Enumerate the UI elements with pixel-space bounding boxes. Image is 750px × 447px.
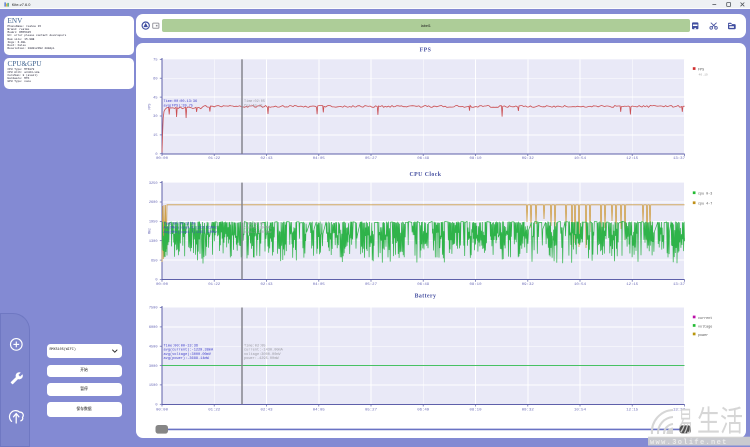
svg-text:fps:40.21: fps:40.21 xyxy=(244,103,263,108)
svg-text:1300: 1300 xyxy=(149,240,158,244)
svg-text:30: 30 xyxy=(153,115,157,119)
svg-text:04:05: 04:05 xyxy=(313,157,326,161)
svg-text:MHz: MHz xyxy=(149,228,153,234)
svg-text:01:22: 01:22 xyxy=(208,157,221,161)
svg-text:CPU Clock: CPU Clock xyxy=(410,172,442,178)
svg-text:08:10: 08:10 xyxy=(469,157,482,161)
svg-text:13:37: 13:37 xyxy=(673,283,686,287)
svg-text:04:05: 04:05 xyxy=(313,283,326,287)
svg-text:Time:02:05: Time:02:05 xyxy=(244,343,266,348)
svg-text:1500: 1500 xyxy=(149,384,158,388)
svg-text:6000: 6000 xyxy=(149,326,158,330)
svg-text:12:15: 12:15 xyxy=(626,283,639,287)
svg-text:2600: 2600 xyxy=(149,201,158,205)
svg-text:avg(FPS):39.75: avg(FPS):39.75 xyxy=(164,103,193,108)
svg-text:FPS: FPS xyxy=(149,104,153,110)
svg-text:cpu 4-7: cpu 4-7 xyxy=(698,203,712,207)
svg-text:生活: 生活 xyxy=(697,405,743,438)
svg-text:15: 15 xyxy=(153,134,157,138)
svg-text:10:54: 10:54 xyxy=(574,283,587,287)
svg-text:易: 易 xyxy=(679,406,693,437)
svg-text:75: 75 xyxy=(153,59,157,63)
svg-text:Time:00:00-13:36: Time:00:00-13:36 xyxy=(164,99,198,104)
svg-text:avg(power):-3688.14mW: avg(power):-3688.14mW xyxy=(164,356,210,361)
svg-text:01:22: 01:22 xyxy=(208,408,221,412)
svg-text:FPS: FPS xyxy=(420,47,432,53)
svg-text:Avg(MHz)(cpu4-7):2457.31MHz: Avg(MHz)(cpu4-7):2457.31MHz xyxy=(164,230,217,234)
svg-text:voltage:3000.00mV: voltage:3000.00mV xyxy=(244,352,282,357)
svg-text:Time:00:00-13:36: Time:00:00-13:36 xyxy=(164,343,199,348)
svg-text:02:43: 02:43 xyxy=(260,283,273,287)
svg-text:avg(voltage):3000.00mV: avg(voltage):3000.00mV xyxy=(164,352,212,357)
svg-text:avg(current):-1229.38mA: avg(current):-1229.38mA xyxy=(164,348,214,353)
svg-text:45: 45 xyxy=(153,96,157,100)
svg-text:06:49: 06:49 xyxy=(417,283,430,287)
svg-text:3000: 3000 xyxy=(149,365,158,369)
svg-text:power: power xyxy=(698,333,708,338)
svg-text:13:37: 13:37 xyxy=(673,157,686,161)
svg-text:02:43: 02:43 xyxy=(260,408,273,412)
svg-text:current: current xyxy=(698,316,712,321)
svg-text:0: 0 xyxy=(155,404,157,408)
svg-text:12:15: 12:15 xyxy=(626,157,639,161)
svg-text:650: 650 xyxy=(151,259,157,263)
svg-text:cpu4-7:2507MHz: cpu4-7:2507MHz xyxy=(244,230,272,234)
svg-text:3250: 3250 xyxy=(149,182,158,186)
svg-text:09:32: 09:32 xyxy=(522,157,535,161)
svg-text:voltage: voltage xyxy=(698,324,712,329)
svg-text:04:05: 04:05 xyxy=(313,408,326,412)
svg-text:cpu 0-3: cpu 0-3 xyxy=(698,193,712,197)
svg-text:05:27: 05:27 xyxy=(365,283,378,287)
svg-text:current:-1430.00mA: current:-1430.00mA xyxy=(244,348,284,353)
svg-text:4500: 4500 xyxy=(149,345,158,349)
svg-text:Time:02:05: Time:02:05 xyxy=(244,99,265,104)
svg-text:7500: 7500 xyxy=(149,307,158,311)
svg-text:40.19: 40.19 xyxy=(699,72,708,76)
svg-text:09:32: 09:32 xyxy=(522,283,535,287)
svg-text:09:32: 09:32 xyxy=(522,408,535,412)
svg-text:60: 60 xyxy=(153,77,157,81)
svg-text:08:10: 08:10 xyxy=(469,283,482,287)
svg-text:Battery: Battery xyxy=(415,294,437,300)
svg-text:06:49: 06:49 xyxy=(417,157,430,161)
svg-text:08:10: 08:10 xyxy=(469,408,482,412)
svg-text:05:27: 05:27 xyxy=(365,408,378,412)
svg-text:10:54: 10:54 xyxy=(574,408,587,412)
svg-text:10:54: 10:54 xyxy=(574,157,587,161)
svg-text:12:15: 12:15 xyxy=(626,408,639,412)
svg-text:1950: 1950 xyxy=(149,221,158,225)
svg-text:00:00: 00:00 xyxy=(156,408,169,412)
svg-text:00:00: 00:00 xyxy=(156,283,169,287)
svg-text:02:43: 02:43 xyxy=(260,157,273,161)
svg-text:00:00: 00:00 xyxy=(156,157,169,161)
svg-text:01:22: 01:22 xyxy=(208,283,221,287)
svg-text:06:49: 06:49 xyxy=(417,408,430,412)
svg-text:power:-4295.00mW: power:-4295.00mW xyxy=(244,356,279,361)
svg-text:05:27: 05:27 xyxy=(365,157,378,161)
svg-text:www.3olife.net: www.3olife.net xyxy=(650,439,728,447)
